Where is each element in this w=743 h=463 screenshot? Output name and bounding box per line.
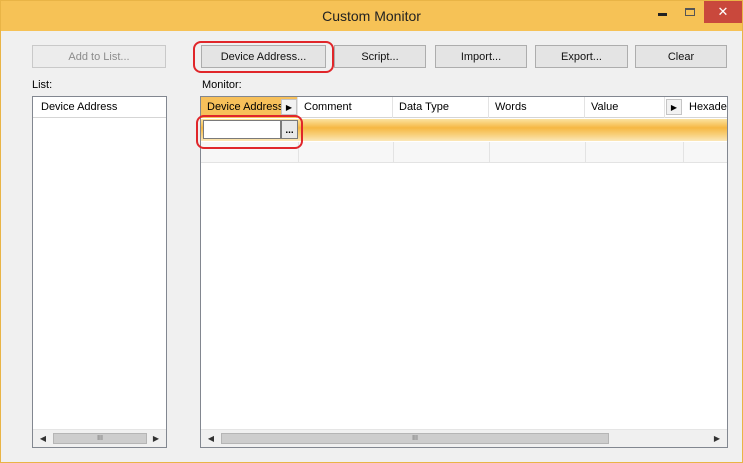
column-arrow-icon[interactable]: ▶ [281,99,297,115]
import-button[interactable]: Import... [435,45,527,68]
column-value[interactable]: Value [585,97,665,118]
device-address-highlight [193,41,334,73]
close-button[interactable]: ✕ [704,1,742,23]
minimize-button[interactable] [649,1,675,23]
scroll-left-icon[interactable]: ◀ [35,430,51,447]
title-bar: Custom Monitor ✕ [1,1,742,31]
monitor-label: Monitor: [202,79,242,91]
column-divider [683,142,684,163]
custom-monitor-window: Custom Monitor ✕ Add to List... Device A… [0,0,743,463]
list-scroll-thumb[interactable]: III [53,433,147,444]
column-divider [489,142,490,163]
monitor-scroll-thumb[interactable]: III [221,433,609,444]
list-label: List: [32,79,53,91]
list-horizontal-scrollbar[interactable]: ◀ III ▶ [33,429,166,447]
monitor-horizontal-scrollbar[interactable]: ◀ III ▶ [201,429,727,447]
column-hexadecimal[interactable]: Hexadecimal [683,97,727,118]
maximize-button[interactable] [677,1,703,23]
export-button[interactable]: Export... [535,45,628,68]
script-button[interactable]: Script... [334,45,426,68]
edit-cell-highlight [196,115,303,149]
clear-button[interactable]: Clear [635,45,727,68]
column-words[interactable]: Words [489,97,585,118]
column-comment[interactable]: Comment [298,97,393,118]
add-to-list-button[interactable]: Add to List... [32,45,166,68]
column-divider [585,142,586,163]
list-panel[interactable]: Device Address ◀ III ▶ [32,96,167,448]
column-divider [393,142,394,163]
column-arrow-icon[interactable]: ▶ [666,99,682,115]
scroll-right-icon[interactable]: ▶ [709,430,725,447]
maximize-icon [685,8,695,16]
scroll-right-icon[interactable]: ▶ [148,430,164,447]
close-icon: ✕ [717,4,729,19]
minimize-icon [657,12,667,16]
scroll-left-icon[interactable]: ◀ [203,430,219,447]
window-title: Custom Monitor [322,8,421,24]
list-column-header[interactable]: Device Address [33,97,166,118]
column-data-type[interactable]: Data Type [393,97,489,118]
